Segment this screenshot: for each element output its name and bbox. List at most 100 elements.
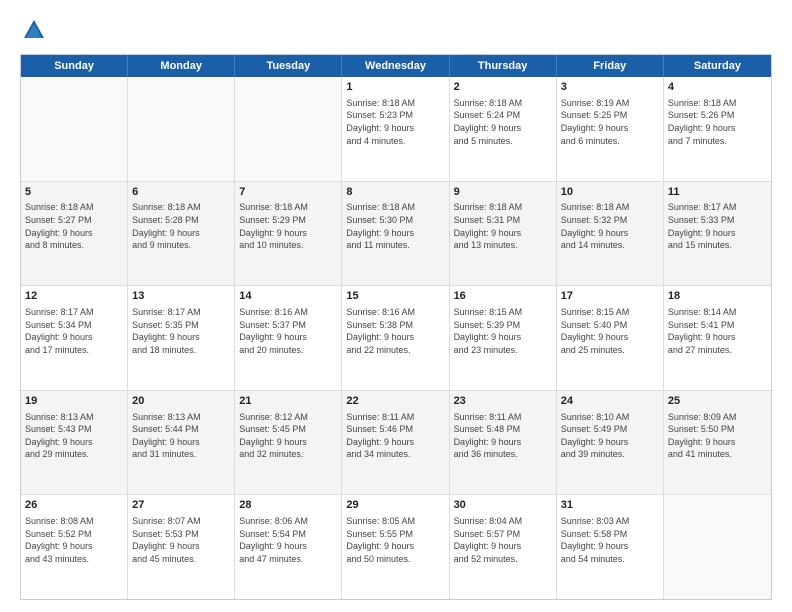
cell-line: Sunset: 5:34 PM bbox=[25, 319, 123, 332]
cell-line: Daylight: 9 hours bbox=[25, 540, 123, 553]
day-number: 18 bbox=[668, 289, 767, 304]
cell-line: Daylight: 9 hours bbox=[346, 540, 444, 553]
cal-cell-24: 24Sunrise: 8:10 AMSunset: 5:49 PMDayligh… bbox=[557, 391, 664, 495]
cal-cell-20: 20Sunrise: 8:13 AMSunset: 5:44 PMDayligh… bbox=[128, 391, 235, 495]
cell-line: Sunset: 5:37 PM bbox=[239, 319, 337, 332]
cell-line: and 41 minutes. bbox=[668, 448, 767, 461]
day-number: 17 bbox=[561, 289, 659, 304]
cell-line: and 20 minutes. bbox=[239, 344, 337, 357]
cell-line: Sunrise: 8:11 AM bbox=[346, 411, 444, 424]
day-number: 28 bbox=[239, 498, 337, 513]
cell-line: Sunset: 5:40 PM bbox=[561, 319, 659, 332]
cell-line: Daylight: 9 hours bbox=[346, 436, 444, 449]
cell-line: and 8 minutes. bbox=[25, 239, 123, 252]
header-cell-thursday: Thursday bbox=[450, 55, 557, 77]
cal-cell-6: 6Sunrise: 8:18 AMSunset: 5:28 PMDaylight… bbox=[128, 182, 235, 286]
cell-line: Sunset: 5:55 PM bbox=[346, 528, 444, 541]
cell-line: Sunrise: 8:15 AM bbox=[561, 306, 659, 319]
cell-line: Daylight: 9 hours bbox=[25, 227, 123, 240]
cell-line: Daylight: 9 hours bbox=[346, 227, 444, 240]
cell-line: Sunset: 5:52 PM bbox=[25, 528, 123, 541]
cell-line: Sunrise: 8:15 AM bbox=[454, 306, 552, 319]
cal-cell-29: 29Sunrise: 8:05 AMSunset: 5:55 PMDayligh… bbox=[342, 495, 449, 599]
cell-line: Sunrise: 8:13 AM bbox=[25, 411, 123, 424]
week-row-4: 26Sunrise: 8:08 AMSunset: 5:52 PMDayligh… bbox=[21, 495, 771, 599]
cell-line: Daylight: 9 hours bbox=[239, 436, 337, 449]
day-number: 15 bbox=[346, 289, 444, 304]
day-number: 21 bbox=[239, 394, 337, 409]
cell-line: Sunrise: 8:17 AM bbox=[25, 306, 123, 319]
cal-cell-30: 30Sunrise: 8:04 AMSunset: 5:57 PMDayligh… bbox=[450, 495, 557, 599]
cell-line: and 14 minutes. bbox=[561, 239, 659, 252]
cell-line: Sunrise: 8:18 AM bbox=[132, 201, 230, 214]
cell-line: and 39 minutes. bbox=[561, 448, 659, 461]
day-number: 10 bbox=[561, 185, 659, 200]
cell-line: Sunset: 5:27 PM bbox=[25, 214, 123, 227]
cell-line: Daylight: 9 hours bbox=[346, 122, 444, 135]
cell-line: and 13 minutes. bbox=[454, 239, 552, 252]
cal-cell-empty-2 bbox=[235, 77, 342, 181]
header-cell-sunday: Sunday bbox=[21, 55, 128, 77]
cal-cell-15: 15Sunrise: 8:16 AMSunset: 5:38 PMDayligh… bbox=[342, 286, 449, 390]
day-number: 26 bbox=[25, 498, 123, 513]
cell-line: Daylight: 9 hours bbox=[239, 540, 337, 553]
cell-line: Sunrise: 8:12 AM bbox=[239, 411, 337, 424]
cal-cell-16: 16Sunrise: 8:15 AMSunset: 5:39 PMDayligh… bbox=[450, 286, 557, 390]
cell-line: Daylight: 9 hours bbox=[132, 331, 230, 344]
day-number: 11 bbox=[668, 185, 767, 200]
cell-line: Sunrise: 8:18 AM bbox=[346, 201, 444, 214]
day-number: 2 bbox=[454, 80, 552, 95]
cell-line: Daylight: 9 hours bbox=[132, 436, 230, 449]
cell-line: and 29 minutes. bbox=[25, 448, 123, 461]
calendar-body: 1Sunrise: 8:18 AMSunset: 5:23 PMDaylight… bbox=[21, 77, 771, 599]
cell-line: and 25 minutes. bbox=[561, 344, 659, 357]
cell-line: and 18 minutes. bbox=[132, 344, 230, 357]
cell-line: and 9 minutes. bbox=[132, 239, 230, 252]
cell-line: Sunrise: 8:13 AM bbox=[132, 411, 230, 424]
cell-line: and 54 minutes. bbox=[561, 553, 659, 566]
cal-cell-12: 12Sunrise: 8:17 AMSunset: 5:34 PMDayligh… bbox=[21, 286, 128, 390]
cell-line: Daylight: 9 hours bbox=[454, 122, 552, 135]
day-number: 8 bbox=[346, 185, 444, 200]
logo bbox=[20, 16, 52, 44]
cell-line: Sunrise: 8:05 AM bbox=[346, 515, 444, 528]
day-number: 25 bbox=[668, 394, 767, 409]
day-number: 1 bbox=[346, 80, 444, 95]
cell-line: and 32 minutes. bbox=[239, 448, 337, 461]
cell-line: Sunset: 5:33 PM bbox=[668, 214, 767, 227]
cell-line: Daylight: 9 hours bbox=[561, 436, 659, 449]
cell-line: Sunset: 5:39 PM bbox=[454, 319, 552, 332]
cell-line: Sunset: 5:25 PM bbox=[561, 109, 659, 122]
cell-line: Sunset: 5:24 PM bbox=[454, 109, 552, 122]
week-row-2: 12Sunrise: 8:17 AMSunset: 5:34 PMDayligh… bbox=[21, 286, 771, 391]
cal-cell-25: 25Sunrise: 8:09 AMSunset: 5:50 PMDayligh… bbox=[664, 391, 771, 495]
cell-line: and 50 minutes. bbox=[346, 553, 444, 566]
cell-line: Sunrise: 8:04 AM bbox=[454, 515, 552, 528]
cal-cell-empty-0 bbox=[21, 77, 128, 181]
cal-cell-2: 2 Sunrise: 8:18 AMSunset: 5:24 PMDaylight… bbox=[450, 77, 557, 181]
cell-line: Sunset: 5:48 PM bbox=[454, 423, 552, 436]
cal-cell-9: 9Sunrise: 8:18 AMSunset: 5:31 PMDaylight… bbox=[450, 182, 557, 286]
cell-line: and 15 minutes. bbox=[668, 239, 767, 252]
cell-line: and 22 minutes. bbox=[346, 344, 444, 357]
cell-line: Daylight: 9 hours bbox=[668, 436, 767, 449]
cell-line: Daylight: 9 hours bbox=[239, 331, 337, 344]
cell-line: Sunrise: 8:11 AM bbox=[454, 411, 552, 424]
cell-line: Sunrise: 8:16 AM bbox=[239, 306, 337, 319]
cal-cell-18: 18Sunrise: 8:14 AMSunset: 5:41 PMDayligh… bbox=[664, 286, 771, 390]
cell-line: Sunrise: 8:07 AM bbox=[132, 515, 230, 528]
cal-cell-4: 4Sunrise: 8:18 AMSunset: 5:26 PMDaylight… bbox=[664, 77, 771, 181]
cell-line: Sunset: 5:53 PM bbox=[132, 528, 230, 541]
cell-line: Sunrise: 8:18 AM bbox=[454, 97, 552, 110]
cell-line: Daylight: 9 hours bbox=[668, 331, 767, 344]
cell-line: Sunrise: 8:18 AM bbox=[239, 201, 337, 214]
cell-line: and 43 minutes. bbox=[25, 553, 123, 566]
cell-line: and 17 minutes. bbox=[25, 344, 123, 357]
day-number: 20 bbox=[132, 394, 230, 409]
week-row-0: 1Sunrise: 8:18 AMSunset: 5:23 PMDaylight… bbox=[21, 77, 771, 182]
cell-line: Daylight: 9 hours bbox=[668, 227, 767, 240]
cell-line: Daylight: 9 hours bbox=[668, 122, 767, 135]
cell-line: Daylight: 9 hours bbox=[25, 331, 123, 344]
cell-line: Sunrise: 8:17 AM bbox=[132, 306, 230, 319]
cell-line: Sunrise: 8:09 AM bbox=[668, 411, 767, 424]
